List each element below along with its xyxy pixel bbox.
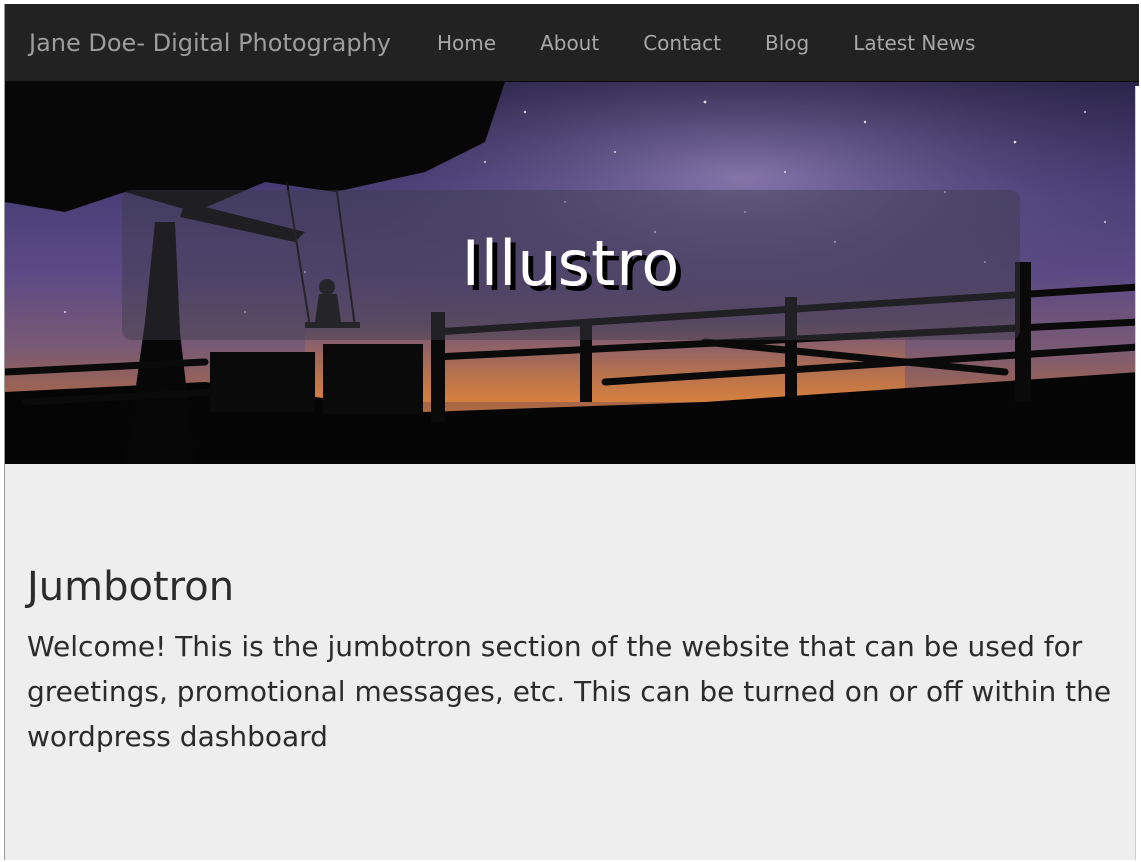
hero-title: Illustro (461, 226, 681, 300)
jumbotron-section: Jumbotron Welcome! This is the jumbotron… (27, 564, 1117, 759)
site-brand[interactable]: Jane Doe- Digital Photography (29, 29, 391, 57)
nav-link-blog[interactable]: Blog (743, 31, 831, 55)
hero-banner: Illustro (5, 82, 1139, 464)
hero-overlay-panel: Illustro (122, 190, 1020, 340)
nav-link-about[interactable]: About (518, 31, 621, 55)
nav-menu: Home About Contact Blog Latest News (415, 31, 997, 55)
nav-link-latest-news[interactable]: Latest News (831, 31, 997, 55)
scrollbar-edge[interactable] (1135, 86, 1139, 860)
nav-link-contact[interactable]: Contact (621, 31, 743, 55)
nav-link-home[interactable]: Home (415, 31, 518, 55)
jumbotron-heading: Jumbotron (27, 564, 235, 610)
jumbotron-text: Welcome! This is the jumbotron section o… (27, 630, 1112, 753)
navbar: Jane Doe- Digital Photography Home About… (5, 4, 1139, 82)
browser-viewport: Jane Doe- Digital Photography Home About… (4, 4, 1139, 860)
